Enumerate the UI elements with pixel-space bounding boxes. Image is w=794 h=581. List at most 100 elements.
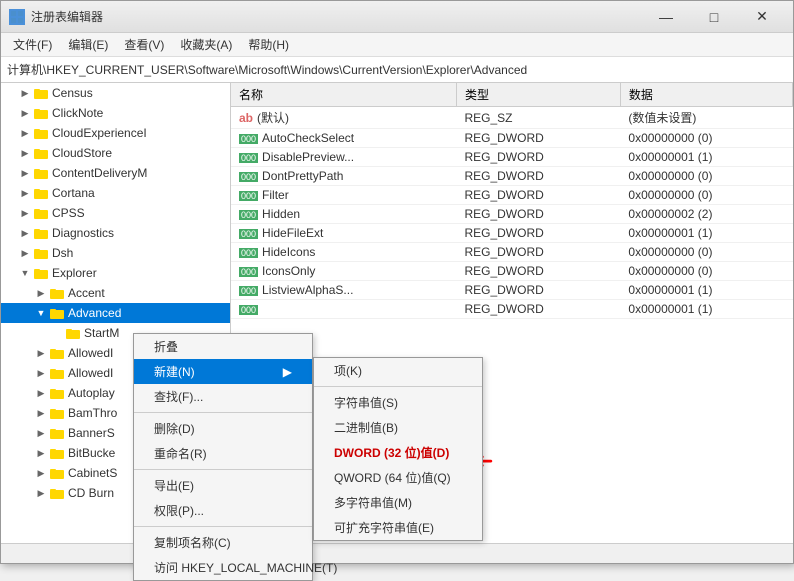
ctx-export[interactable]: 导出(E)	[134, 473, 312, 498]
menu-favorites[interactable]: 收藏夹(A)	[172, 34, 240, 55]
ctx-new-label: 新建(N)	[154, 363, 195, 380]
ctx-access-local[interactable]: 访问 HKEY_LOCAL_MACHINE(T)	[134, 555, 312, 580]
table-row[interactable]: 000DisablePreview... REG_DWORD 0x0000000…	[231, 148, 793, 167]
expand-icon: ▶	[33, 385, 49, 401]
sub-dword[interactable]: DWORD (32 位)值(D)	[314, 440, 482, 465]
tree-label: BamThro	[68, 406, 117, 420]
sub-qword[interactable]: QWORD (64 位)值(Q)	[314, 465, 482, 490]
folder-icon	[33, 185, 49, 201]
table-row[interactable]: ab(默认) REG_SZ (数值未设置)	[231, 107, 793, 129]
table-row[interactable]: 000Filter REG_DWORD 0x00000000 (0)	[231, 186, 793, 205]
sub-separator	[314, 386, 482, 387]
menu-file[interactable]: 文件(F)	[5, 34, 60, 55]
ctx-separator-2	[134, 469, 312, 470]
maximize-button[interactable]: □	[691, 3, 737, 31]
ctx-collapse[interactable]: 折叠	[134, 334, 312, 359]
tree-label: Autoplay	[68, 386, 115, 400]
reg-value: 0x00000000 (0)	[620, 243, 792, 262]
expand-icon: ▶	[33, 345, 49, 361]
tree-item-cloudexperience[interactable]: ▶ CloudExperienceI	[1, 123, 230, 143]
expand-icon: ▼	[33, 305, 49, 321]
ctx-new[interactable]: 新建(N) ▶	[134, 359, 312, 384]
reg-value: 0x00000001 (1)	[620, 300, 792, 319]
context-menu[interactable]: 折叠 新建(N) ▶ 查找(F)... 删除(D) 重命名(R) 导出(E) 权…	[133, 333, 313, 581]
tree-label: Dsh	[52, 246, 73, 260]
expand-icon: ▶	[33, 445, 49, 461]
reg-type: REG_DWORD	[456, 300, 620, 319]
reg-value: 0x00000001 (1)	[620, 281, 792, 300]
table-row[interactable]: 000ListviewAlphaS... REG_DWORD 0x0000000…	[231, 281, 793, 300]
ctx-separator-1	[134, 412, 312, 413]
tree-item-diagnostics[interactable]: ▶ Diagnostics	[1, 223, 230, 243]
tree-label: BitBucke	[68, 446, 115, 460]
ctx-find[interactable]: 查找(F)...	[134, 384, 312, 409]
folder-icon	[49, 305, 65, 321]
folder-icon	[49, 385, 65, 401]
minimize-button[interactable]: —	[643, 3, 689, 31]
tree-item-cloudstore[interactable]: ▶ CloudStore	[1, 143, 230, 163]
folder-icon	[33, 125, 49, 141]
reg-name: 000ListviewAlphaS...	[231, 281, 456, 300]
reg-name: ab(默认)	[231, 107, 456, 129]
menu-bar: 文件(F) 编辑(E) 查看(V) 收藏夹(A) 帮助(H)	[1, 33, 793, 57]
tree-label: CloudExperienceI	[52, 126, 147, 140]
window-title: 注册表编辑器	[31, 8, 643, 25]
reg-name: 000HideFileExt	[231, 224, 456, 243]
tree-item-cpss[interactable]: ▶ CPSS	[1, 203, 230, 223]
tree-item-cortana[interactable]: ▶ Cortana	[1, 183, 230, 203]
tree-item-contentdelivery[interactable]: ▶ ContentDeliveryM	[1, 163, 230, 183]
folder-icon	[33, 165, 49, 181]
tree-item-accent[interactable]: ▶ Accent	[1, 283, 230, 303]
table-row[interactable]: 000 REG_DWORD 0x00000001 (1)	[231, 300, 793, 319]
title-bar: 注册表编辑器 — □ ✕	[1, 1, 793, 33]
ctx-separator-3	[134, 526, 312, 527]
ctx-copy-name[interactable]: 复制项名称(C)	[134, 530, 312, 555]
expand-icon: ▶	[17, 125, 33, 141]
reg-value: 0x00000000 (0)	[620, 129, 792, 148]
sub-key[interactable]: 项(K)	[314, 358, 482, 383]
reg-value: 0x00000000 (0)	[620, 262, 792, 281]
menu-help[interactable]: 帮助(H)	[240, 34, 297, 55]
expand-icon: ▶	[33, 485, 49, 501]
menu-view[interactable]: 查看(V)	[116, 34, 172, 55]
expand-icon: ▶	[33, 365, 49, 381]
table-row[interactable]: 000AutoCheckSelect REG_DWORD 0x00000000 …	[231, 129, 793, 148]
submenu[interactable]: 项(K) 字符串值(S) 二进制值(B) DWORD (32 位)值(D) QW…	[313, 357, 483, 541]
tree-item-dsh[interactable]: ▶ Dsh	[1, 243, 230, 263]
folder-icon	[65, 325, 81, 341]
table-row[interactable]: 000IconsOnly REG_DWORD 0x00000000 (0)	[231, 262, 793, 281]
sub-string[interactable]: 字符串值(S)	[314, 390, 482, 415]
tree-label: Diagnostics	[52, 226, 114, 240]
table-row[interactable]: 000DontPrettyPath REG_DWORD 0x00000000 (…	[231, 167, 793, 186]
tree-item-clicknote[interactable]: ▶ ClickNote	[1, 103, 230, 123]
reg-type: REG_DWORD	[456, 243, 620, 262]
tree-item-census[interactable]: ▶ Census	[1, 83, 230, 103]
ctx-permissions[interactable]: 权限(P)...	[134, 498, 312, 523]
reg-name: 000HideIcons	[231, 243, 456, 262]
status-bar	[1, 543, 793, 563]
address-bar: 计算机\HKEY_CURRENT_USER\Software\Microsoft…	[1, 57, 793, 83]
tree-label: Accent	[68, 286, 105, 300]
reg-type: REG_DWORD	[456, 129, 620, 148]
tree-item-explorer[interactable]: ▼ Explorer	[1, 263, 230, 283]
sub-binary[interactable]: 二进制值(B)	[314, 415, 482, 440]
tree-label: Census	[52, 86, 93, 100]
tree-item-advanced[interactable]: ▼ Advanced	[1, 303, 230, 323]
table-row[interactable]: 000HideIcons REG_DWORD 0x00000000 (0)	[231, 243, 793, 262]
tree-label: AllowedI	[68, 366, 113, 380]
tree-label: Advanced	[68, 306, 121, 320]
expand-icon: ▶	[33, 465, 49, 481]
ctx-delete[interactable]: 删除(D)	[134, 416, 312, 441]
expand-icon: ▶	[17, 225, 33, 241]
ctx-rename[interactable]: 重命名(R)	[134, 441, 312, 466]
table-row[interactable]: 000Hidden REG_DWORD 0x00000002 (2)	[231, 205, 793, 224]
expand-icon: ▶	[33, 425, 49, 441]
sub-multistring[interactable]: 多字符串值(M)	[314, 490, 482, 515]
reg-name: 000Hidden	[231, 205, 456, 224]
close-button[interactable]: ✕	[739, 3, 785, 31]
sub-expandstring[interactable]: 可扩充字符串值(E)	[314, 515, 482, 540]
reg-name: 000IconsOnly	[231, 262, 456, 281]
table-row[interactable]: 000HideFileExt REG_DWORD 0x00000001 (1)	[231, 224, 793, 243]
folder-icon	[33, 105, 49, 121]
menu-edit[interactable]: 编辑(E)	[60, 34, 116, 55]
